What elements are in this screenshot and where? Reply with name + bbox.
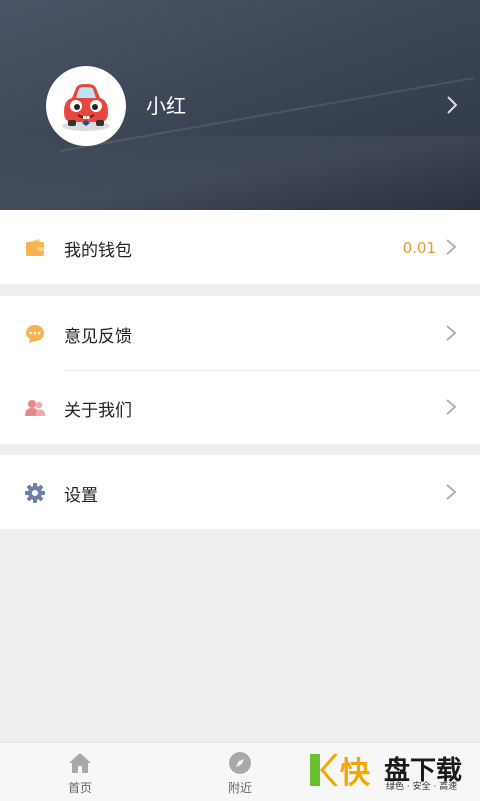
chevron-right-icon	[446, 484, 457, 500]
tab-home[interactable]: 首页	[0, 743, 160, 801]
watermark-brand: 快	[340, 756, 370, 791]
info-section: 意见反馈 关于我们	[0, 296, 480, 444]
watermark-logo: 快 盘下载 绿色 · 安全 · 高速	[306, 748, 476, 794]
menu-item-label: 设置	[64, 486, 98, 506]
settings-section: 设置	[0, 455, 480, 529]
wallet-balance: 0.01	[402, 239, 436, 257]
menu-item-feedback[interactable]: 意见反馈	[0, 296, 480, 370]
menu-item-label: 我的钱包	[64, 241, 132, 261]
tab-label: 附近	[227, 781, 252, 795]
avatar[interactable]	[46, 66, 126, 146]
chevron-right-icon	[446, 239, 457, 255]
tab-nearby[interactable]: 附近	[160, 743, 320, 801]
chat-bubble-icon	[26, 325, 44, 343]
wallet-section: 我的钱包 0.01	[0, 210, 480, 284]
profile-name: 小红	[146, 94, 186, 118]
wallet-icon	[26, 239, 44, 256]
k-logo-icon	[310, 754, 338, 786]
menu-item-wallet[interactable]: 我的钱包 0.01	[0, 210, 480, 284]
red-cartoon-car-icon	[62, 84, 110, 131]
people-icon	[25, 400, 45, 416]
tab-label: 首页	[67, 781, 92, 795]
profile-header[interactable]: 小红	[0, 0, 480, 210]
chevron-right-icon	[446, 399, 457, 415]
chevron-right-icon	[446, 325, 457, 341]
home-icon	[69, 753, 91, 773]
gear-icon	[25, 483, 45, 503]
menu-item-label: 关于我们	[64, 401, 132, 421]
watermark-slogan: 绿色 · 安全 · 高速	[386, 782, 458, 792]
chevron-right-icon[interactable]	[442, 93, 462, 117]
menu-item-about[interactable]: 关于我们	[0, 370, 480, 444]
compass-icon	[229, 752, 251, 774]
menu-item-label: 意见反馈	[64, 327, 132, 347]
menu-item-settings[interactable]: 设置	[0, 455, 480, 529]
